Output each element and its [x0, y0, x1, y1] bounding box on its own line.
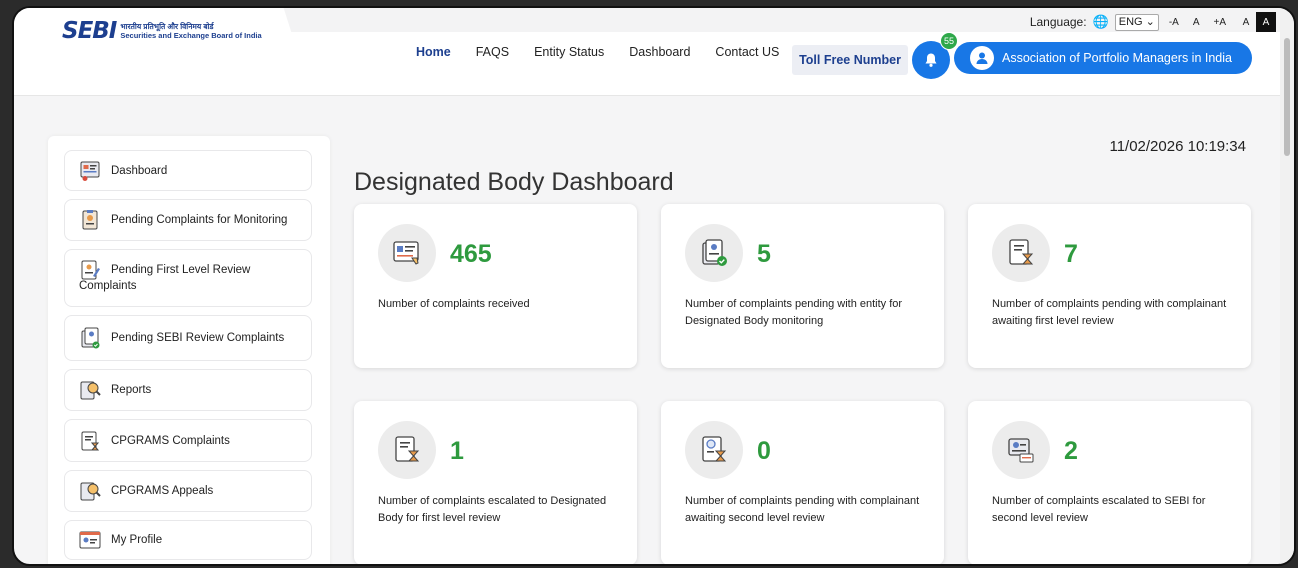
sidebar-item-label: Pending First Level Review — [111, 264, 251, 276]
sidebar-item-first-level-review[interactable]: Pending First Level Review Complaints — [64, 249, 312, 307]
logo-mark: SEBI — [62, 18, 117, 44]
sidebar-item-label: Dashboard — [111, 164, 168, 177]
scrollbar-thumb[interactable] — [1284, 38, 1290, 156]
toll-free-button[interactable]: Toll Free Number — [792, 45, 908, 75]
sidebar-item-pending-monitoring[interactable]: Pending Complaints for Monitoring — [64, 199, 312, 241]
stat-label: Number of complaints pending with entity… — [685, 298, 903, 327]
stat-value: 465 — [450, 240, 492, 268]
nav-dashboard[interactable]: Dashboard — [629, 45, 690, 59]
stat-card-escalated-first-review[interactable]: 1 Number of complaints escalated to Desi… — [354, 401, 637, 564]
stat-value: 2 — [1064, 437, 1078, 465]
search-hourglass-icon — [702, 436, 727, 462]
page-title: Designated Body Dashboard — [354, 168, 674, 196]
contrast-dark-button[interactable]: A — [1256, 12, 1276, 32]
sidebar-item-label: CPGRAMS Complaints — [111, 434, 230, 447]
sebi-logo[interactable]: SEBI भारतीय प्रतिभूति और विनिमय बोर्ड Se… — [62, 18, 262, 44]
nav-entity-status[interactable]: Entity Status — [534, 45, 604, 59]
logo-area: SEBI भारतीय प्रतिभूति और विनिमय बोर्ड Se… — [14, 8, 304, 72]
stat-card-complaints-received[interactable]: 465 Number of complaints received — [354, 204, 637, 368]
escalate-icon — [1008, 438, 1034, 463]
font-normal-button[interactable]: A — [1189, 17, 1204, 28]
user-menu-button[interactable]: Association of Portfolio Managers in Ind… — [954, 42, 1252, 74]
nav-home[interactable]: Home — [416, 45, 451, 59]
nav-contact-us[interactable]: Contact US — [715, 45, 779, 59]
appeals-icon — [80, 482, 101, 501]
hourglass-doc-icon — [1009, 239, 1034, 265]
sidebar-item-cpgrams-appeals[interactable]: CPGRAMS Appeals — [64, 470, 312, 512]
stat-label: Number of complaints received — [378, 298, 530, 310]
pending-entity-icon — [702, 239, 727, 266]
sidebar-item-label: My Profile — [111, 534, 163, 546]
stat-label: Number of complaints escalated to SEBI f… — [992, 495, 1206, 524]
sidebar-item-my-profile[interactable]: My Profile — [64, 520, 312, 560]
sidebar-item-sebi-review[interactable]: Pending SEBI Review Complaints — [64, 315, 312, 361]
stat-label: Number of complaints escalated to Design… — [378, 495, 607, 524]
avatar-icon — [970, 46, 994, 70]
logo-english-text: Securities and Exchange Board of India — [120, 31, 262, 40]
reports-icon — [80, 381, 101, 400]
sidebar-item-label: Reports — [111, 384, 152, 396]
dashboard-icon — [80, 161, 100, 181]
cpgrams-icon — [81, 431, 100, 450]
sebi-review-icon — [81, 327, 100, 349]
stat-label: Number of complaints pending with compla… — [685, 495, 920, 524]
stat-card-pending-entity[interactable]: 5 Number of complaints pending with enti… — [661, 204, 944, 368]
main-nav: Home FAQS Entity Status Dashboard Contac… — [416, 45, 804, 59]
page-scrollbar[interactable] — [1280, 8, 1294, 564]
font-increase-button[interactable]: +A — [1209, 17, 1230, 28]
sidebar-item-label-line2: Complaints — [79, 280, 137, 292]
hourglass-doc-icon — [395, 436, 420, 462]
contrast-toggle: A A — [1236, 12, 1276, 32]
language-select[interactable]: ENG ⌄ — [1114, 13, 1159, 31]
contrast-light-button[interactable]: A — [1236, 12, 1256, 32]
stat-card-awaiting-second-review[interactable]: 0 Number of complaints pending with comp… — [661, 401, 944, 564]
sidebar: Dashboard Pending Complaints for Monitor… — [48, 136, 330, 564]
stat-card-escalated-sebi[interactable]: 2 Number of complaints escalated to SEBI… — [968, 401, 1251, 564]
globe-icon: 🌐 — [1092, 14, 1109, 29]
sidebar-item-label: Pending Complaints for Monitoring — [111, 214, 288, 226]
notification-badge: 55 — [940, 32, 958, 50]
current-datetime: 11/02/2026 10:19:34 — [1109, 138, 1246, 155]
stat-value: 5 — [757, 240, 771, 268]
browser-frame: Language: 🌐 ENG ⌄ -A A +A A A Toll Free N… — [12, 6, 1296, 566]
sidebar-item-cpgrams-complaints[interactable]: CPGRAMS Complaints — [64, 419, 312, 462]
profile-icon — [79, 531, 101, 549]
monitor-icon — [82, 210, 98, 230]
sidebar-item-label: Pending SEBI Review Complaints — [111, 332, 285, 344]
accessibility-bar: Language: 🌐 ENG ⌄ -A A +A A A — [276, 8, 1280, 32]
review-icon — [81, 260, 100, 280]
logo-hindi-text: भारतीय प्रतिभूति और विनिमय बोर्ड — [120, 22, 214, 31]
stat-card-awaiting-first-review[interactable]: 7 Number of complaints pending with comp… — [968, 204, 1251, 368]
sidebar-item-reports[interactable]: Reports — [64, 369, 312, 411]
nav-faqs[interactable]: FAQS — [476, 45, 509, 59]
sidebar-item-dashboard[interactable]: Dashboard — [64, 150, 312, 191]
stat-value: 0 — [757, 437, 771, 465]
complaints-received-icon — [393, 241, 419, 265]
user-name: Association of Portfolio Managers in Ind… — [1002, 51, 1232, 65]
stat-value: 7 — [1064, 240, 1078, 268]
stat-label: Number of complaints pending with compla… — [992, 298, 1227, 327]
font-decrease-button[interactable]: -A — [1165, 17, 1183, 28]
language-label: Language: — [1029, 15, 1087, 29]
chevron-down-icon: ⌄ — [1145, 15, 1155, 28]
stat-value: 1 — [450, 437, 464, 465]
sidebar-item-label: CPGRAMS Appeals — [111, 485, 214, 497]
